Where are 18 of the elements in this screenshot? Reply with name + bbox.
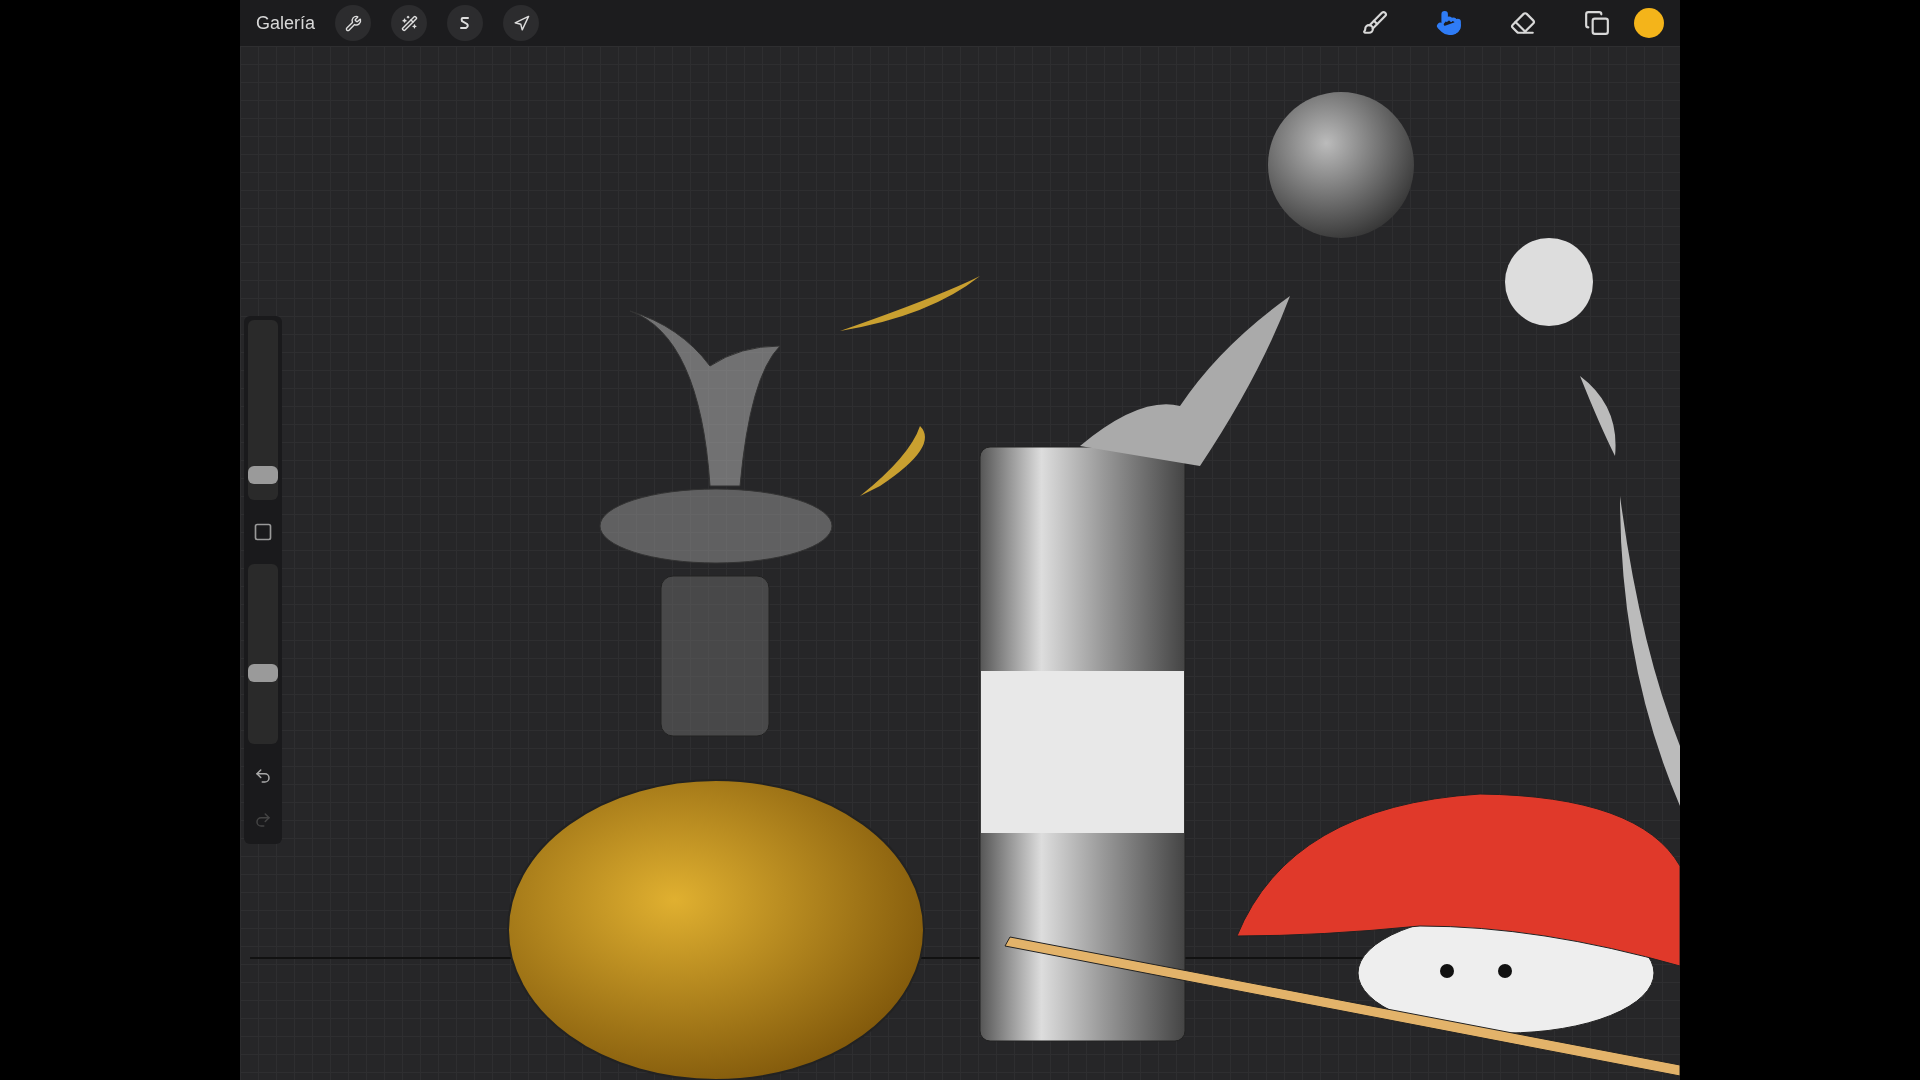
wrench-button[interactable] — [335, 5, 372, 41]
color-swatch[interactable] — [1634, 8, 1664, 38]
wand-button[interactable] — [391, 5, 428, 41]
gallery-button[interactable]: Galería — [256, 9, 316, 37]
wand-icon — [400, 14, 418, 32]
undo-icon — [254, 767, 272, 785]
transform-button[interactable] — [503, 5, 540, 41]
slider-thumb[interactable] — [248, 664, 278, 683]
redo-icon — [254, 811, 272, 829]
slider-track[interactable] — [248, 564, 278, 744]
selection-button[interactable] — [447, 5, 484, 41]
square-icon — [253, 522, 273, 542]
slider-track[interactable] — [248, 320, 278, 500]
wrench-icon — [344, 14, 362, 32]
slider-thumb[interactable] — [248, 465, 278, 484]
layers-icon — [1584, 10, 1610, 36]
brush-icon — [1362, 10, 1388, 36]
eraser-icon — [1510, 10, 1536, 36]
